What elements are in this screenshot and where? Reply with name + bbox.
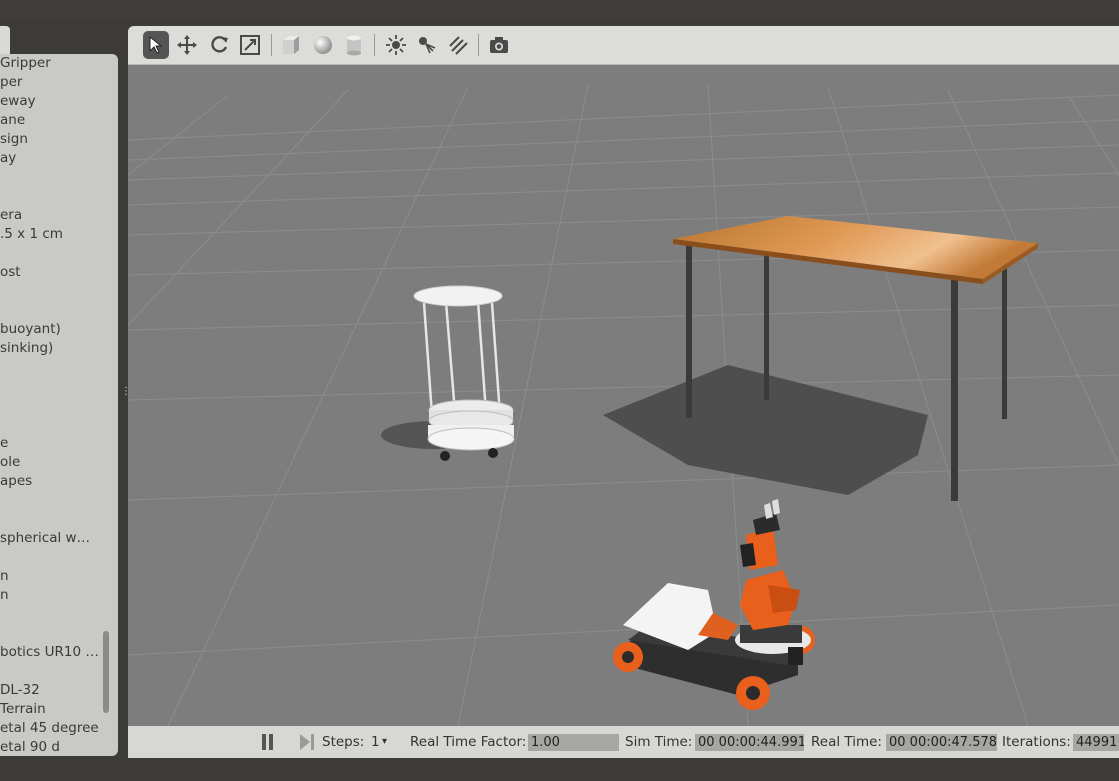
- window-top-strip: [0, 0, 1119, 20]
- model-list-item[interactable]: spherical w…: [0, 529, 100, 548]
- model-list-item[interactable]: n: [0, 586, 100, 605]
- toolbar: [128, 26, 1119, 65]
- model-list-item[interactable]: etal 45 degree: [0, 719, 100, 738]
- pause-button[interactable]: [260, 726, 276, 758]
- toolbar-separator: [374, 34, 375, 56]
- model-list-item[interactable]: per: [0, 73, 100, 92]
- screenshot-camera-icon[interactable]: [486, 31, 512, 59]
- model-list-scrollbar[interactable]: [103, 631, 109, 713]
- model-list-item[interactable]: .5 x 1 cm: [0, 225, 100, 244]
- model-list-item[interactable]: buoyant): [0, 320, 100, 339]
- sim-time-label: Sim Time:: [625, 734, 693, 750]
- cylinder-shape-icon[interactable]: [341, 31, 367, 59]
- panel-tab[interactable]: [0, 26, 10, 54]
- point-light-icon[interactable]: [383, 31, 409, 59]
- simulation-status-bar: Steps: 1 ▾ Real Time Factor: 1.00 Sim Ti…: [128, 726, 1119, 758]
- model-list-item[interactable]: apes: [0, 472, 100, 491]
- model-list-item[interactable]: Gripper: [0, 54, 100, 73]
- model-list-item[interactable]: sinking): [0, 339, 100, 358]
- sphere-shape-icon[interactable]: [310, 31, 336, 59]
- toolbar-separator: [271, 34, 272, 56]
- model-list-item[interactable]: era: [0, 206, 100, 225]
- model-list-item[interactable]: e: [0, 434, 100, 453]
- real-time-factor-label: Real Time Factor:: [410, 734, 527, 750]
- toolbar-separator: [478, 34, 479, 56]
- model-list-item[interactable]: botics UR10 …: [0, 643, 100, 662]
- steps-value[interactable]: 1: [371, 726, 380, 758]
- render-window: Steps: 1 ▾ Real Time Factor: 1.00 Sim Ti…: [128, 26, 1119, 758]
- model-list-item[interactable]: n: [0, 567, 100, 586]
- sim-time-value: 00 00:00:44.991: [695, 734, 804, 751]
- model-list-item[interactable]: Terrain: [0, 700, 100, 719]
- splitter-grip-icon: ⋮: [121, 387, 131, 397]
- model-list-item[interactable]: sign: [0, 130, 100, 149]
- model-list-item[interactable]: etal 90 d: [0, 738, 100, 756]
- real-time-label: Real Time:: [811, 734, 882, 750]
- select-arrow-icon[interactable]: [143, 31, 169, 59]
- window-footer: [0, 758, 1119, 781]
- iterations-value: 44991: [1073, 734, 1119, 751]
- model-list: Gripper per eway ane sign ay era .5 x 1 cm ost bu…: [0, 54, 118, 756]
- step-forward-button[interactable]: [298, 726, 316, 758]
- scene-drawing: [128, 65, 1119, 727]
- 3d-viewport[interactable]: [128, 65, 1119, 727]
- model-list-item[interactable]: eway: [0, 92, 100, 111]
- model-list-item[interactable]: DL-32: [0, 681, 100, 700]
- rotate-icon[interactable]: [206, 31, 232, 59]
- steps-label: Steps:: [322, 734, 365, 750]
- model-list-item[interactable]: ole: [0, 453, 100, 472]
- model-list-item[interactable]: ost: [0, 263, 100, 282]
- real-time-factor-value: 1.00: [528, 734, 619, 751]
- insert-panel: Gripper per eway ane sign ay era .5 x 1 cm ost bu…: [0, 20, 120, 758]
- scale-icon[interactable]: [237, 31, 263, 59]
- model-list-item[interactable]: ay: [0, 149, 100, 168]
- model-list-item[interactable]: ane: [0, 111, 100, 130]
- translate-icon[interactable]: [174, 31, 200, 59]
- steps-dropdown-icon[interactable]: ▾: [382, 726, 387, 758]
- iterations-label: Iterations:: [1002, 734, 1071, 750]
- box-shape-icon[interactable]: [278, 31, 304, 59]
- spot-light-icon[interactable]: [414, 31, 440, 59]
- directional-light-icon[interactable]: [445, 31, 471, 59]
- real-time-value: 00 00:00:47.578: [886, 734, 997, 751]
- ground-plane: [128, 65, 1119, 726]
